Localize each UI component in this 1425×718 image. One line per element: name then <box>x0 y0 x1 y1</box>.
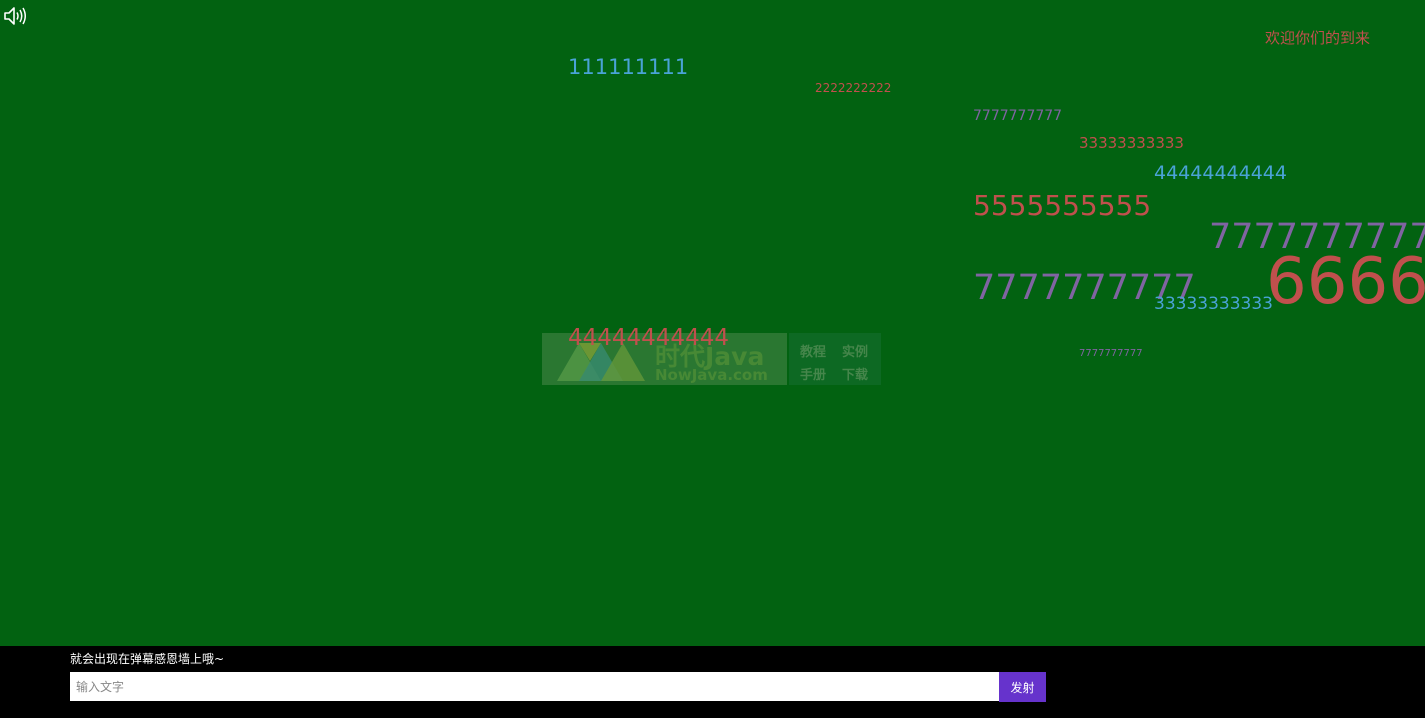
danmu-item: 111111111 <box>568 55 689 79</box>
composer-bar: 就会出现在弹幕感恩墙上哦~ 发射 <box>0 646 1425 718</box>
danmu-item: 44444444444 <box>568 325 729 351</box>
danmu-item: 33333333333 <box>1079 134 1184 152</box>
message-input[interactable] <box>70 672 999 701</box>
danmu-item: 7777777777 <box>973 108 1063 124</box>
danmu-item: 5555555555 <box>973 189 1152 222</box>
composer-hint: 就会出现在弹幕感恩墙上哦~ <box>70 652 225 666</box>
watermark-links-panel: 教程 实例 手册 下载 <box>789 333 881 385</box>
watermark-link-examples[interactable]: 实例 <box>842 341 868 360</box>
watermark-link-tutorial[interactable]: 教程 <box>800 341 826 360</box>
welcome-text: 欢迎你们的到来 <box>1265 29 1371 47</box>
danmu-item: 33333333333 <box>1154 294 1273 314</box>
speaker-sound-icon[interactable] <box>3 5 27 27</box>
danmu-item: 44444444444 <box>1154 162 1287 184</box>
danmu-wall: 欢迎你们的到来 111111111 2222222222 7777777777 … <box>0 0 1425 646</box>
danmu-item: 66666 <box>1266 245 1425 319</box>
watermark-link-manual[interactable]: 手册 <box>800 364 826 383</box>
danmu-item: 7777777777 <box>1079 348 1143 359</box>
watermark-domain: NowJava.com <box>655 366 768 384</box>
send-button[interactable]: 发射 <box>999 672 1046 702</box>
watermark-link-download[interactable]: 下载 <box>842 364 868 383</box>
danmu-item: 2222222222 <box>815 81 892 95</box>
